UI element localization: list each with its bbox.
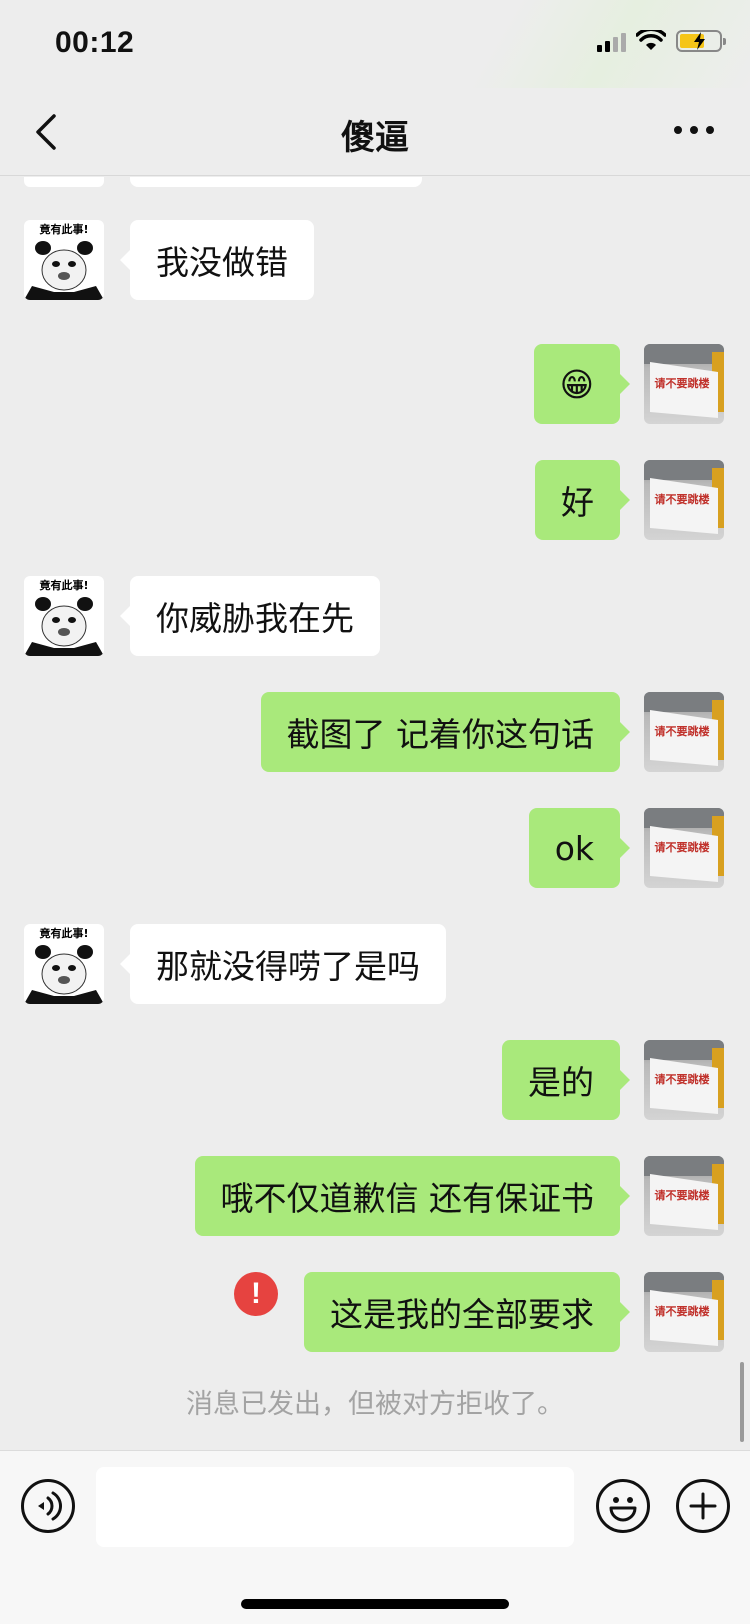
message-bubble-sent[interactable]: 好 xyxy=(535,460,630,540)
input-bar xyxy=(0,1450,750,1624)
self-avatar[interactable]: 请不要跳楼 xyxy=(644,808,724,888)
wifi-icon xyxy=(636,30,666,50)
smiley-icon xyxy=(609,1497,637,1522)
status-icons xyxy=(597,30,726,52)
message-bubble-sent-rejected[interactable]: 这是我的全部要求 xyxy=(304,1272,630,1352)
contact-avatar[interactable]: 竟有此事! xyxy=(24,576,104,656)
panda-meme-image: 竟有此事! xyxy=(24,926,104,1004)
voice-input-button[interactable] xyxy=(21,1479,75,1533)
sign-text: 请不要跳楼 xyxy=(655,1188,710,1202)
sign-text: 请不要跳楼 xyxy=(655,1072,710,1086)
self-avatar[interactable]: 请不要跳楼 xyxy=(644,1156,724,1236)
chat-title: 傻逼 xyxy=(341,118,409,158)
panda-meme-image: 竟有此事! xyxy=(24,222,104,300)
sign-image: 请不要跳楼 xyxy=(644,460,724,534)
sign-text: 请不要跳楼 xyxy=(655,376,710,390)
panda-meme-image: 竟有此事! xyxy=(24,578,104,656)
status-bar: 00:12 xyxy=(0,0,750,88)
message-bubble-sent[interactable]: ok xyxy=(528,808,631,888)
sign-text: 请不要跳楼 xyxy=(655,492,710,506)
sign-image: 请不要跳楼 xyxy=(644,808,724,882)
self-avatar[interactable]: 请不要跳楼 xyxy=(644,692,724,772)
cellular-signal-icon xyxy=(597,30,626,52)
sign-image: 请不要跳楼 xyxy=(644,344,724,418)
self-avatar[interactable]: 请不要跳楼 xyxy=(644,1040,724,1120)
voice-icon xyxy=(38,1491,63,1521)
contact-avatar[interactable]: 竟有此事! xyxy=(24,220,104,300)
message-bubble-received[interactable]: 我没做错 xyxy=(120,220,314,300)
sign-text: 请不要跳楼 xyxy=(655,840,710,854)
message-bubble-received[interactable]: 你威胁我在先 xyxy=(120,576,380,656)
contact-avatar[interactable]: 竟有此事! xyxy=(24,924,104,1004)
chat-area[interactable]: 竟有此事! 我没做错 😁 请不要跳楼 好 请不要跳楼 竟有此事! 你威胁我在先 … xyxy=(0,177,750,1450)
contact-avatar[interactable] xyxy=(24,177,104,187)
more-options-icon[interactable] xyxy=(674,126,714,134)
avatar-caption: 竟有此事! xyxy=(38,926,88,940)
message-bubble-sent[interactable]: 😁 xyxy=(533,344,631,424)
plus-icon xyxy=(689,1492,717,1520)
self-avatar[interactable]: 请不要跳楼 xyxy=(644,344,724,424)
home-indicator[interactable] xyxy=(241,1599,509,1609)
sign-text: 请不要跳楼 xyxy=(655,1304,710,1318)
sign-text: 请不要跳楼 xyxy=(655,724,710,738)
battery-charging-icon xyxy=(676,30,726,52)
emoji-button[interactable] xyxy=(596,1479,650,1533)
sign-image: 请不要跳楼 xyxy=(644,1040,724,1114)
avatar-caption: 竟有此事! xyxy=(38,222,88,236)
message-input[interactable] xyxy=(96,1467,574,1547)
message-bubble-sent[interactable]: 是的 xyxy=(502,1040,630,1120)
message-bubble-received[interactable]: 那就没得唠了是吗 xyxy=(120,924,446,1004)
message-bubble-sent[interactable]: 哦不仅道歉信 还有保证书 xyxy=(194,1156,630,1236)
rejected-notice: 消息已发出，但被对方拒收了。 xyxy=(186,1389,564,1420)
self-avatar[interactable]: 请不要跳楼 xyxy=(644,1272,724,1352)
self-avatar[interactable]: 请不要跳楼 xyxy=(644,460,724,540)
nav-bar: 傻逼 xyxy=(0,88,750,176)
sign-image: 请不要跳楼 xyxy=(644,692,724,766)
send-failed-icon[interactable]: ! xyxy=(234,1272,278,1316)
sign-image: 请不要跳楼 xyxy=(644,1156,724,1230)
message-bubble-sent[interactable]: 截图了 记着你这句话 xyxy=(260,692,630,772)
status-time: 00:12 xyxy=(55,26,135,59)
sign-image: 请不要跳楼 xyxy=(644,1272,724,1346)
scroll-indicator xyxy=(740,1362,744,1442)
message-bubble-partial[interactable] xyxy=(130,177,422,187)
avatar-caption: 竟有此事! xyxy=(38,578,88,592)
more-functions-button[interactable] xyxy=(676,1479,730,1533)
